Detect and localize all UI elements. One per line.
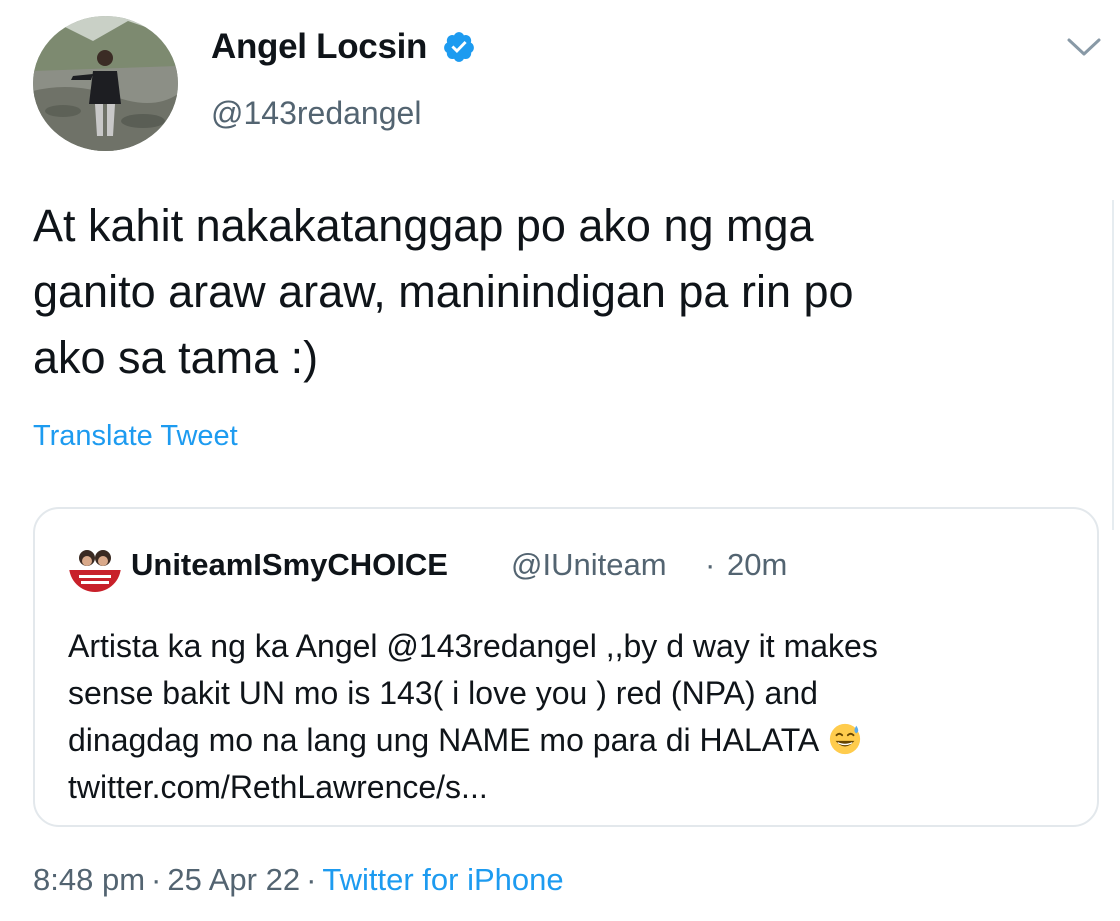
quoted-link-line[interactable]: twitter.com/RethLawrence/s... (68, 764, 1078, 811)
quoted-text-line: sense bakit UN mo is 143( i love you ) r… (68, 670, 1078, 717)
tweet-detail: Angel Locsin @143redangel At kahit nakak… (0, 0, 1120, 921)
quoted-author-handle[interactable]: @IUniteam (511, 547, 667, 583)
tweet-text-line: ganito araw araw, maninindigan pa rin po (33, 266, 854, 317)
edge-divider (1112, 200, 1114, 530)
author-name[interactable]: Angel Locsin (211, 27, 427, 67)
separator-dot: · (151, 862, 162, 897)
quoted-tweet-card[interactable]: UniteamISmyCHOICE @IUniteam · 20m Artist… (33, 507, 1099, 827)
quoted-tweet-text: Artista ka ng ka Angel @143redangel ,,by… (68, 623, 1078, 811)
quoted-author-name[interactable]: UniteamISmyCHOICE (131, 547, 448, 583)
separator-dot: · (306, 862, 317, 897)
quoted-text-line: dinagdag mo na lang ung NAME mo para di … (68, 717, 1078, 764)
quoted-timestamp[interactable]: 20m (727, 547, 787, 583)
tweet-meta: 8:48 pm · 25 Apr 22 · Twitter for iPhone (33, 862, 564, 898)
separator-dot: · (705, 547, 716, 582)
quoted-text-line-content: sense bakit UN mo is 143( i love you ) r… (68, 675, 818, 711)
chevron-down-icon[interactable] (1066, 36, 1102, 58)
tweet-date[interactable]: 25 Apr 22 (167, 862, 300, 897)
quoted-text-line: Artista ka ng ka Angel @143redangel ,,by… (68, 628, 878, 664)
tweet-time[interactable]: 8:48 pm (33, 862, 145, 897)
quoted-author-avatar[interactable] (69, 540, 121, 592)
tweet-source-link[interactable]: Twitter for iPhone (322, 862, 563, 897)
tweet-text-line: At kahit nakakatanggap po ako ng mga (33, 200, 814, 251)
quoted-text-line-content: dinagdag mo na lang ung NAME mo para di … (68, 722, 818, 758)
tweet-text-line: ako sa tama :) (33, 332, 319, 383)
tweet-text: At kahit nakakatanggap po ako ng mga gan… (33, 193, 1093, 391)
verified-badge-icon (444, 32, 474, 62)
translate-tweet-link[interactable]: Translate Tweet (33, 420, 238, 453)
author-handle[interactable]: @143redangel (211, 95, 421, 132)
sweat-smile-emoji (830, 723, 861, 755)
author-avatar[interactable] (33, 16, 178, 151)
